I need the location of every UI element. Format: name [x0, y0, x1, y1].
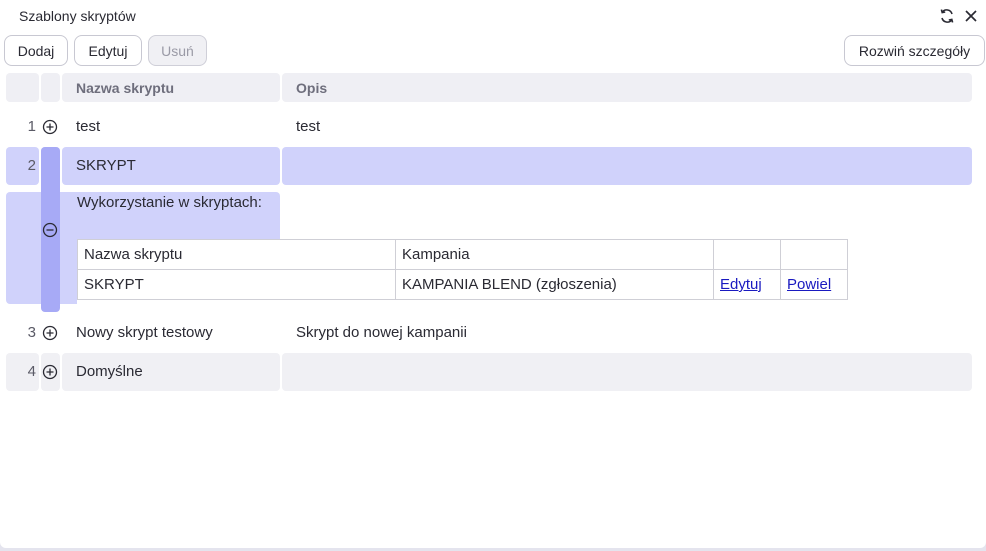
row-description: test [296, 118, 321, 135]
column-header-description-label: Opis [296, 80, 328, 96]
window-title: Szablony skryptów [19, 8, 136, 24]
plus-circle-icon[interactable] [42, 119, 58, 135]
header-number-cell [6, 73, 39, 102]
detail-row-highlight-gap [60, 192, 77, 304]
close-icon[interactable] [962, 7, 980, 25]
row-expand-cell [41, 353, 60, 391]
row-number: 1 [27, 118, 36, 135]
usage-column-header-edit [713, 239, 781, 270]
row-name-cell: Domyślne [62, 353, 280, 391]
add-button[interactable]: Dodaj [4, 35, 68, 66]
edit-button[interactable]: Edytuj [74, 35, 142, 66]
row-name: test [76, 118, 101, 135]
column-header-name[interactable]: Nazwa skryptu [62, 73, 280, 102]
usage-copy-cell: Powiel [780, 269, 848, 300]
detail-row-highlight [6, 192, 41, 304]
row-name-cell: SKRYPT [62, 147, 280, 185]
row-name: Nowy skrypt testowy [76, 324, 213, 341]
edit-link[interactable]: Edytuj [720, 276, 762, 293]
row-description: Skrypt do nowej kampanii [296, 324, 467, 341]
duplicate-link[interactable]: Powiel [787, 276, 831, 293]
column-header-description[interactable]: Opis [282, 73, 972, 102]
templates-window: Szablony skryptów Dodaj Edytuj Usuń Rozw… [0, 0, 986, 548]
row-name: Domyślne [76, 363, 143, 380]
row-number: 3 [27, 324, 36, 341]
usage-column-header-name: Nazwa skryptu [77, 239, 396, 270]
row-name: SKRYPT [76, 157, 136, 174]
minus-circle-icon[interactable] [42, 222, 58, 238]
usage-column-header-copy [780, 239, 848, 270]
usage-table-header-row: Nazwa skryptu Kampania [77, 239, 848, 270]
usage-column-header-campaign: Kampania [395, 239, 714, 270]
refresh-icon[interactable] [938, 7, 956, 25]
header-expand-cell [41, 73, 60, 102]
row-number: 2 [27, 157, 36, 174]
usage-campaign-name: KAMPANIA BLEND (zgłoszenia) [395, 269, 714, 300]
expand-details-button[interactable]: Rozwiń szczegóły [844, 35, 985, 66]
usage-script-name: SKRYPT [77, 269, 396, 300]
usage-edit-cell: Edytuj [713, 269, 781, 300]
plus-circle-icon[interactable] [42, 364, 58, 380]
column-header-name-label: Nazwa skryptu [76, 80, 175, 96]
usage-table: Nazwa skryptu Kampania SKRYPT KAMPANIA B… [77, 239, 848, 300]
row-number-cell: 2 [6, 147, 39, 185]
usage-table-row: SKRYPT KAMPANIA BLEND (zgłoszenia) Edytu… [77, 269, 848, 300]
row-number: 4 [27, 363, 36, 380]
row-description-cell [282, 353, 972, 391]
plus-circle-icon[interactable] [42, 325, 58, 341]
row-number-cell: 4 [6, 353, 39, 391]
row-description-cell [282, 147, 972, 185]
detail-label: Wykorzystanie w skryptach: [77, 194, 262, 211]
delete-button[interactable]: Usuń [148, 35, 207, 66]
title-bar: Szablony skryptów [0, 0, 986, 32]
